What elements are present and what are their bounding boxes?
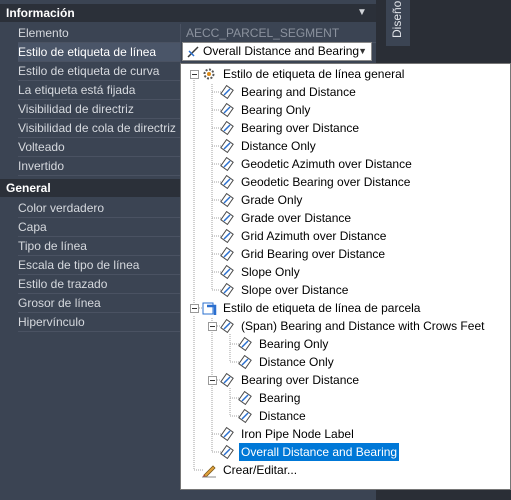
- chevron-down-icon[interactable]: ▼: [358, 43, 367, 60]
- label-style-icon: [219, 192, 235, 208]
- collapse-chevron-icon[interactable]: ▼: [357, 4, 367, 22]
- tree-label: Bearing Only: [259, 337, 329, 351]
- tree-label: Grid Bearing over Distance: [241, 247, 386, 261]
- prop-label: La etiqueta está fijada: [18, 81, 180, 100]
- section-title: Información: [6, 6, 75, 20]
- prop-label: Estilo de trazado: [18, 275, 180, 294]
- label-style-icon: [219, 246, 235, 262]
- prop-label: Color verdadero: [18, 199, 180, 218]
- prop-label: Capa: [18, 218, 180, 237]
- label-style-icon: [237, 336, 253, 352]
- label-style-icon: [237, 408, 253, 424]
- tree-label: Estilo de etiqueta de línea de parcela: [223, 301, 421, 315]
- side-tab-diseno[interactable]: Diseño: [386, 0, 410, 46]
- collapse-toggle-icon[interactable]: [208, 376, 217, 385]
- collapse-toggle-icon[interactable]: [208, 322, 217, 331]
- label-style-icon: [219, 174, 235, 190]
- tree-label: Slope over Distance: [241, 283, 349, 297]
- prop-label: Estilo de etiqueta de curva: [18, 62, 180, 81]
- gear-icon: [201, 66, 217, 82]
- label-style-icon: [237, 390, 253, 406]
- tree-label: Crear/Editar...: [223, 463, 298, 477]
- prop-label: Visibilidad de directriz: [18, 100, 180, 119]
- label-style-icon: [219, 228, 235, 244]
- tree-label: Bearing and Distance: [241, 85, 356, 99]
- pencil-icon: [201, 462, 217, 478]
- tree-label: Geodetic Azimuth over Distance: [241, 157, 412, 171]
- prop-label: Escala de tipo de línea: [18, 256, 180, 275]
- line-label-style-combobox[interactable]: Overall Distance and Bearing ▼: [182, 42, 372, 61]
- tree-label: (Span) Bearing and Distance with Crows F…: [241, 319, 485, 333]
- combobox-value: Overall Distance and Bearing: [203, 44, 360, 58]
- prop-label: Visibilidad de cola de directriz: [18, 119, 180, 138]
- label-style-icon: [219, 282, 235, 298]
- tree-label: Estilo de etiqueta de línea general: [223, 67, 405, 81]
- label-style-icon: [219, 156, 235, 172]
- label-style-icon: [219, 372, 235, 388]
- label-style-icon: [219, 102, 235, 118]
- tree-label: Grade Only: [241, 193, 303, 207]
- tree-label: Overall Distance and Bearing: [239, 443, 400, 461]
- label-style-icon: [219, 84, 235, 100]
- tree-label: Bearing: [259, 391, 301, 405]
- tree-label: Geodetic Bearing over Distance: [241, 175, 411, 189]
- collapse-toggle-icon[interactable]: [190, 70, 199, 79]
- tree-label: Bearing over Distance: [241, 373, 360, 387]
- tree-label: Slope Only: [241, 265, 300, 279]
- tree-label: Iron Pipe Node Label: [241, 427, 354, 441]
- tree-label: Distance Only: [259, 355, 334, 369]
- prop-label: Volteado: [18, 138, 180, 157]
- section-title: General: [6, 181, 51, 195]
- tree-label: Distance Only: [241, 139, 316, 153]
- label-style-dropdown[interactable]: Estilo de etiqueta de línea general Bear…: [180, 63, 511, 490]
- label-style-icon: [219, 444, 235, 460]
- label-style-icon: [219, 210, 235, 226]
- prop-label: Tipo de línea: [18, 237, 180, 256]
- section-header-informacion[interactable]: Información ▼: [0, 4, 376, 22]
- label-style-icon: [219, 426, 235, 442]
- prop-value: AECC_PARCEL_SEGMENT: [182, 24, 376, 43]
- prop-label: Elemento: [18, 24, 180, 43]
- side-tab-label: Diseño: [390, 0, 404, 38]
- prop-label: Hipervínculo: [18, 313, 180, 332]
- label-style-icon: [219, 138, 235, 154]
- parcel-style-icon: [201, 300, 217, 316]
- prop-label: Grosor de línea: [18, 294, 180, 313]
- tree-label: Grade over Distance: [241, 211, 352, 225]
- tree-label: Distance: [259, 409, 306, 423]
- prop-row-elemento: Elemento AECC_PARCEL_SEGMENT: [0, 24, 376, 43]
- collapse-toggle-icon[interactable]: [190, 304, 199, 313]
- label-style-icon: [219, 120, 235, 136]
- label-style-icon: [219, 264, 235, 280]
- tree-label: Grid Azimuth over Distance: [241, 229, 387, 243]
- label-style-icon: [219, 318, 235, 334]
- prop-label: Estilo de etiqueta de línea: [18, 43, 180, 62]
- label-style-icon: [237, 354, 253, 370]
- tree-label: Bearing over Distance: [241, 121, 360, 135]
- prop-label: Invertido: [18, 157, 180, 176]
- tree-label: Bearing Only: [241, 103, 311, 117]
